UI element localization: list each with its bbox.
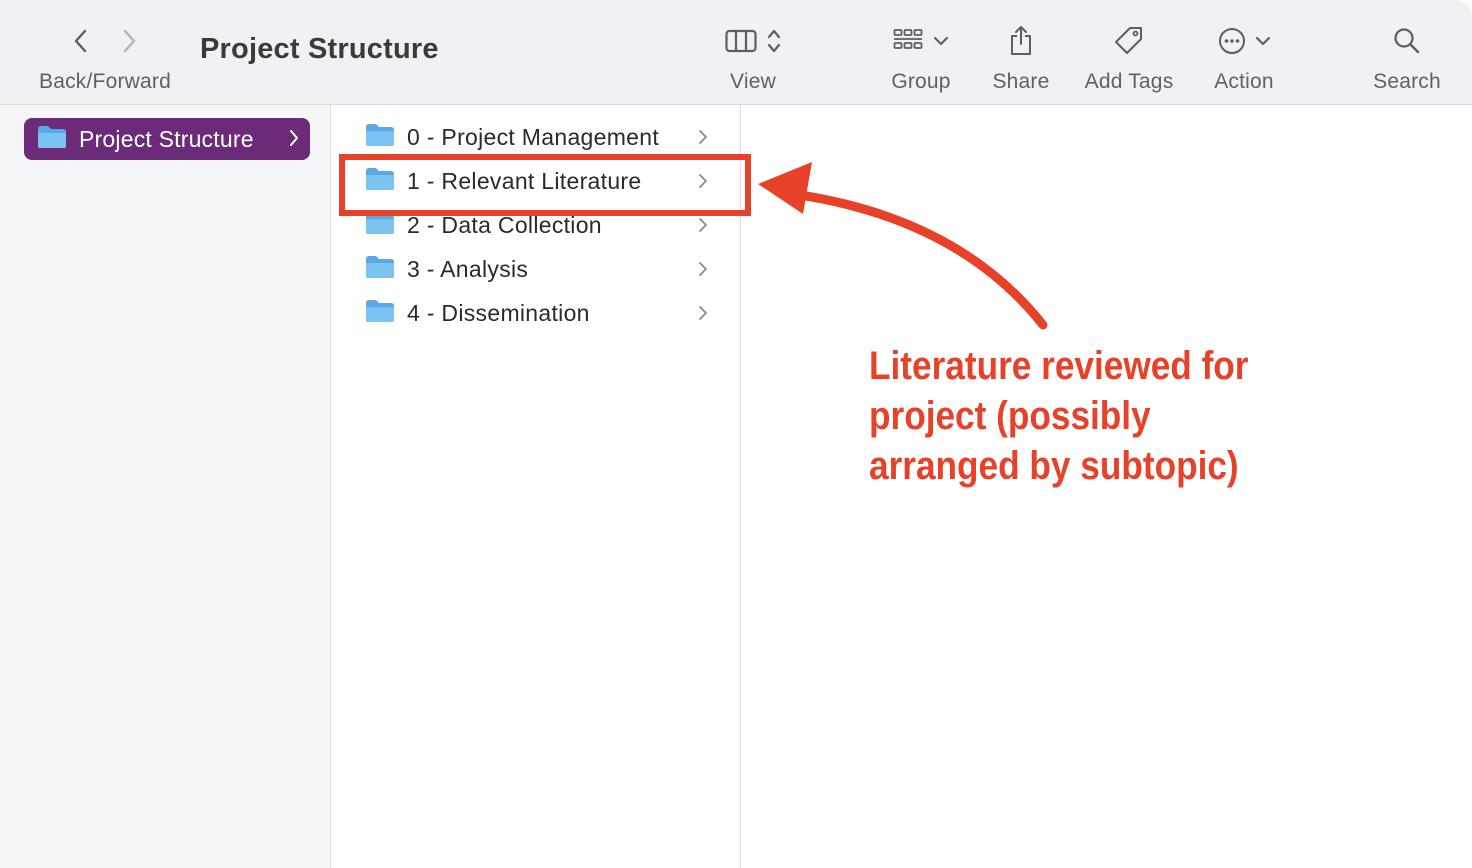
folder-icon [365,299,395,328]
window-title: Project Structure [200,33,439,65]
group-button[interactable]: Group [880,18,962,98]
sidebar-item-project-structure[interactable]: Project Structure [24,118,310,160]
annotation-text: Literature reviewed for project (possibl… [869,341,1274,491]
chevron-right-icon [697,128,709,151]
list-item-analysis[interactable]: 3 - Analysis [331,247,740,291]
list-item-label: 0 - Project Management [407,123,660,150]
action-button[interactable]: Action [1204,18,1284,98]
columns-view-icon [725,29,757,53]
list-item-label: 4 - Dissemination [407,299,590,326]
chevron-left-icon[interactable] [71,28,91,54]
list-item-dissemination[interactable]: 4 - Dissemination [331,291,740,335]
view-label: View [730,70,776,93]
chevron-right-icon [697,304,709,327]
toolbar: Back/Forward Project Structure View Grou… [0,0,1472,105]
folder-icon [365,255,395,284]
action-label: Action [1214,70,1274,93]
sidebar-column: Project Structure [0,105,331,868]
add-tags-button[interactable]: Add Tags [1076,18,1182,98]
group-label: Group [891,70,951,93]
chevron-right-icon [288,128,300,153]
list-item-label: 3 - Analysis [407,255,529,282]
group-grid-icon [893,28,923,54]
annotation-line: Literature reviewed for [869,344,1249,388]
back-forward-label: Back/Forward [39,70,171,93]
annotation-line: project (possibly [869,394,1151,438]
folder-icon [365,123,395,152]
chevron-down-icon [933,35,949,47]
sidebar-item-label: Project Structure [79,125,254,152]
ellipsis-circle-icon [1217,26,1247,56]
share-button[interactable]: Share [986,18,1056,98]
back-forward-control[interactable]: Back/Forward [30,18,180,98]
search-icon [1392,26,1422,56]
folder-column: 0 - Project Management 1 - Relevant Lite… [331,105,741,868]
folder-icon [37,125,67,154]
share-label: Share [992,70,1050,93]
list-item-project-management[interactable]: 0 - Project Management [331,115,740,159]
highlight-box [339,154,751,216]
annotation-line: arranged by subtopic) [869,444,1239,488]
view-button[interactable]: View [712,18,794,98]
chevron-right-icon [697,260,709,283]
chevron-right-icon [697,216,709,239]
up-down-chevron-icon [767,28,781,54]
add-tags-label: Add Tags [1084,70,1174,93]
search-label: Search [1373,70,1441,93]
search-button[interactable]: Search [1368,18,1446,98]
chevron-right-icon[interactable] [119,28,139,54]
share-icon [1008,25,1034,57]
chevron-down-icon [1255,35,1271,47]
tag-icon [1113,25,1145,57]
finder-window: Back/Forward Project Structure View Grou… [0,0,1472,868]
